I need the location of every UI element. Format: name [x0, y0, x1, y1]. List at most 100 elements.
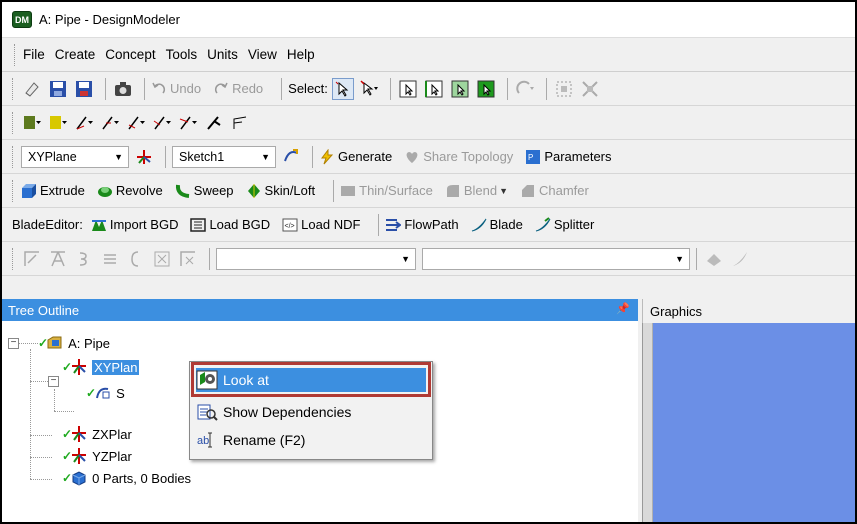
tree-connector — [30, 435, 52, 436]
chamfer-button[interactable]: Chamfer — [520, 183, 589, 199]
tool-5-icon[interactable] — [125, 248, 147, 270]
chevron-down-icon: ▼ — [499, 185, 508, 196]
tree-item-parts[interactable]: ✓ 0 Parts, 0 Bodies — [62, 469, 191, 487]
tree-item-xyplane[interactable]: ✓ XYPlan — [62, 358, 140, 376]
new-sketch-icon[interactable] — [280, 146, 302, 168]
sweep-button[interactable]: Sweep — [175, 183, 234, 199]
edge-style-5-icon[interactable] — [177, 112, 199, 134]
blade-label: Blade — [489, 217, 523, 232]
skin-loft-button[interactable]: Skin/Loft — [246, 183, 315, 199]
window-title: A: Pipe - DesignModeler — [39, 12, 180, 27]
parameters-button[interactable]: P Parameters — [525, 149, 612, 165]
tool-2-icon[interactable] — [47, 248, 69, 270]
menu-help[interactable]: Help — [287, 47, 315, 62]
collapse-icon[interactable]: − — [8, 338, 19, 349]
select-faces-icon[interactable] — [449, 78, 471, 100]
camera-icon[interactable] — [112, 78, 134, 100]
sketch-icon — [94, 384, 112, 402]
separator — [209, 247, 210, 270]
edge-color-icon[interactable] — [47, 112, 69, 134]
save-icon[interactable] — [47, 78, 69, 100]
new-icon[interactable] — [21, 78, 43, 100]
tool-1-icon[interactable] — [21, 248, 43, 270]
select-edges-icon[interactable] — [423, 78, 445, 100]
collapse-icon[interactable]: − — [48, 376, 59, 387]
tool-4-icon[interactable] — [99, 248, 121, 270]
toolbar-grip[interactable] — [14, 43, 17, 66]
blade-button[interactable]: Blade — [471, 217, 523, 233]
menu-bar: File Create Concept Tools Units View Hel… — [2, 38, 855, 72]
frame-icon[interactable] — [229, 112, 251, 134]
tree-connector — [30, 349, 31, 479]
tool-6-icon[interactable] — [151, 248, 173, 270]
generate-button[interactable]: Generate — [319, 148, 392, 165]
select-points-icon[interactable] — [397, 78, 419, 100]
toolbar-grip[interactable] — [12, 179, 15, 202]
box-select-icon[interactable] — [553, 78, 575, 100]
select-filter-dropdown-icon[interactable] — [358, 78, 380, 100]
menu-view[interactable]: View — [248, 47, 277, 62]
menu-concept[interactable]: Concept — [105, 47, 155, 62]
tree-item-root[interactable]: ✓ A: Pipe — [38, 334, 110, 352]
menu-tools[interactable]: Tools — [166, 47, 198, 62]
tree-item-zxplane[interactable]: ✓ ZXPlar — [62, 425, 132, 443]
redo-button[interactable]: Redo — [213, 81, 263, 97]
tree-item-sketch[interactable]: ✓ S — [86, 384, 125, 402]
menu-file[interactable]: File — [23, 47, 45, 62]
tree-item-yzplane[interactable]: ✓ YZPlar — [62, 447, 132, 465]
import-bgd-button[interactable]: Import BGD — [91, 217, 178, 233]
tool-8-icon[interactable] — [703, 248, 725, 270]
context-item-rename[interactable]: ab Rename (F2) — [196, 428, 426, 452]
edge-style-4-icon[interactable] — [151, 112, 173, 134]
rename-icon: ab — [196, 429, 218, 451]
edge-style-3-icon[interactable] — [125, 112, 147, 134]
select-bodies-icon[interactable] — [475, 78, 497, 100]
flowpath-label: FlowPath — [404, 217, 459, 232]
tree-connector — [54, 389, 55, 411]
toolbar-grip[interactable] — [12, 145, 15, 168]
toolbar-grip[interactable] — [12, 247, 15, 270]
select-mode-icon[interactable] — [331, 77, 354, 100]
tool-7-icon[interactable] — [177, 248, 199, 270]
edge-style-2-icon[interactable] — [99, 112, 121, 134]
share-topology-button[interactable]: Share Topology — [404, 149, 513, 165]
blend-button[interactable]: Blend ▼ — [445, 183, 508, 199]
undo-button[interactable]: Undo — [151, 81, 201, 97]
flowpath-button[interactable]: FlowPath — [385, 217, 459, 233]
pin-icon[interactable]: 📌 — [616, 302, 630, 315]
thin-surface-button[interactable]: Thin/Surface — [340, 183, 433, 199]
tool-9-icon[interactable] — [729, 248, 751, 270]
designmodeler-logo-icon: DM — [12, 11, 32, 28]
tool-3-icon[interactable] — [73, 248, 95, 270]
extend-selection-icon[interactable] — [514, 78, 536, 100]
menu-units[interactable]: Units — [207, 47, 238, 62]
toolbar-grip[interactable] — [12, 77, 15, 100]
body-color-icon[interactable] — [21, 112, 43, 134]
constraint-select[interactable]: ▼ — [422, 247, 690, 270]
vertex-icon[interactable] — [203, 112, 225, 134]
tree-connector — [18, 343, 38, 344]
plane-select[interactable]: XYPlane ▼ — [21, 145, 129, 168]
separator — [281, 77, 283, 100]
separator — [696, 247, 697, 270]
edge-style-1-icon[interactable] — [73, 112, 95, 134]
menu-create[interactable]: Create — [55, 47, 96, 62]
redo-label: Redo — [232, 81, 264, 96]
splitter-button[interactable]: Splitter — [535, 216, 594, 233]
svg-text:P: P — [528, 153, 533, 162]
dimension-select[interactable]: ▼ — [216, 247, 416, 270]
load-bgd-button[interactable]: Load BGD — [190, 217, 270, 233]
revolve-button[interactable]: Revolve — [97, 183, 163, 199]
toolbar-grip[interactable] — [12, 111, 15, 134]
context-item-show-dependencies[interactable]: Show Dependencies — [196, 400, 426, 424]
save-as-icon[interactable] — [73, 78, 95, 100]
blend-label: Blend — [463, 183, 498, 198]
new-plane-icon[interactable] — [133, 146, 155, 168]
zoom-fit-icon[interactable] — [579, 78, 601, 100]
sketch-select[interactable]: Sketch1 ▼ — [172, 145, 276, 168]
extrude-button[interactable]: Extrude — [21, 183, 85, 199]
load-ndf-button[interactable]: </> Load NDF — [282, 217, 360, 233]
graphics-viewport[interactable] — [642, 323, 855, 522]
sketch-select-value: Sketch1 — [179, 149, 225, 164]
separator — [312, 145, 313, 168]
